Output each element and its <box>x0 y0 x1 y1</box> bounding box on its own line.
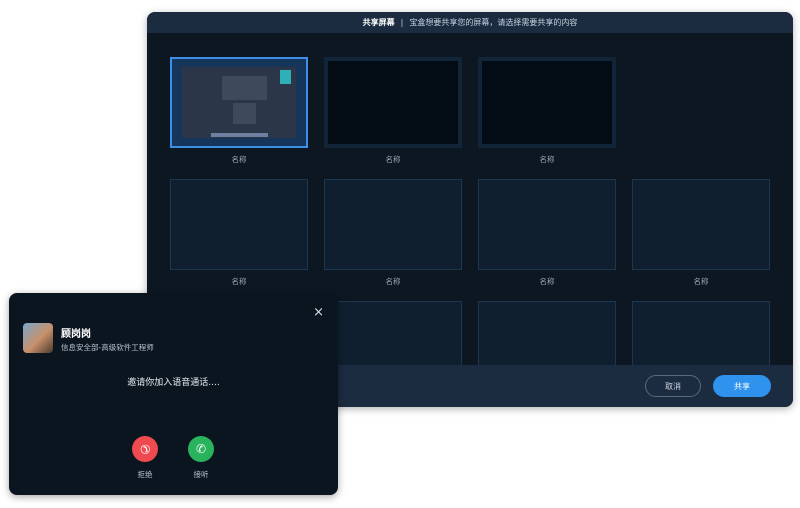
reject-button[interactable]: ✆ <box>132 436 158 462</box>
window-subtitle: 宝盒想要共享您的屏幕，请选择需要共享的内容 <box>409 18 578 27</box>
incoming-call-popup: × 顾岗岗 信息安全部-高级软件工程师 邀请你加入语音通话.... ✆ ✆ 拒绝… <box>9 293 338 495</box>
tile-label: 名称 <box>231 155 247 164</box>
caller-title: 信息安全部-高级软件工程师 <box>61 343 154 352</box>
title-separator: | <box>400 18 404 27</box>
window-tile[interactable] <box>632 301 770 365</box>
window-title: 共享屏幕 <box>362 18 395 27</box>
tile-label: 名称 <box>539 277 555 286</box>
tile-label: 名称 <box>385 277 401 286</box>
hang-up-icon: ✆ <box>136 440 154 458</box>
window-tile[interactable] <box>170 179 308 270</box>
avatar <box>23 323 53 353</box>
reject-label: 拒绝 <box>137 470 153 479</box>
close-icon[interactable]: × <box>313 305 324 320</box>
call-message: 邀请你加入语音通话.... <box>127 378 220 388</box>
tile-label: 名称 <box>693 277 709 286</box>
window-tile[interactable] <box>478 301 616 365</box>
phone-icon: ✆ <box>195 442 207 456</box>
screen-tile[interactable] <box>478 57 616 148</box>
tile-label: 名称 <box>539 155 555 164</box>
tile-label: 名称 <box>385 155 401 164</box>
screen-tile-selected[interactable] <box>170 57 308 148</box>
title-bar: 共享屏幕 | 宝盒想要共享您的屏幕，请选择需要共享的内容 <box>147 12 793 33</box>
accept-label: 接听 <box>193 470 209 479</box>
screen-thumbnail <box>182 67 296 138</box>
window-tile[interactable] <box>324 179 462 270</box>
window-tile[interactable] <box>632 179 770 270</box>
screen-tile[interactable] <box>324 57 462 148</box>
accept-button[interactable]: ✆ <box>188 436 214 462</box>
tile-label: 名称 <box>231 277 247 286</box>
caller-name: 顾岗岗 <box>61 329 91 340</box>
window-tile[interactable] <box>324 301 462 365</box>
window-tile[interactable] <box>478 179 616 270</box>
cancel-button[interactable]: 取消 <box>645 375 701 397</box>
share-button[interactable]: 共享 <box>713 375 771 397</box>
